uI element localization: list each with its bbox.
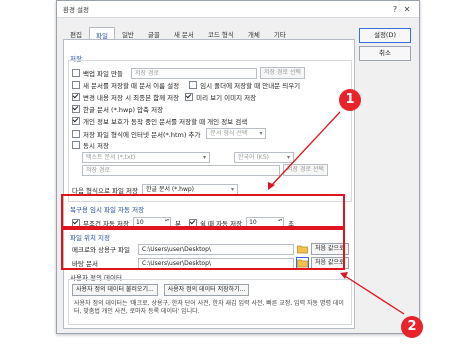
callout-2: 2	[401, 316, 423, 338]
callout-1: 1	[339, 89, 361, 111]
annotation-arrows	[268, 111, 405, 315]
arrow-2-head	[340, 272, 348, 279]
arrow-2	[344, 275, 405, 315]
arrow-1	[270, 111, 341, 187]
